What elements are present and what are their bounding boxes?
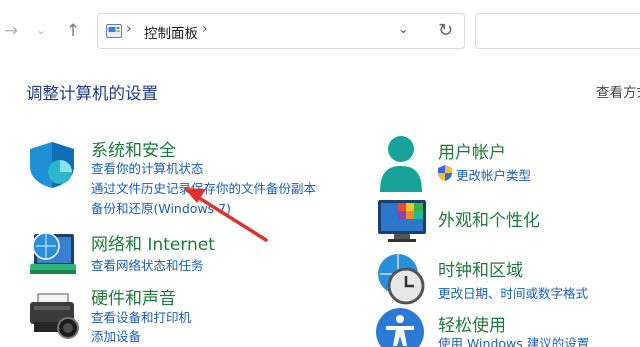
clock-globe-icon[interactable] [374,252,428,306]
accessibility-icon[interactable] [374,308,428,347]
link-devices-printers[interactable]: 查看设备和打印机 [91,307,191,326]
uac-shield-icon [438,165,452,181]
link-view-computer-status[interactable]: 查看你的计算机状态 [91,158,204,177]
address-dropdown-icon[interactable]: ⌄ [398,22,409,37]
globe-network-icon[interactable] [26,226,78,278]
link-backup-restore[interactable]: 备份和还原(Windows 7) [91,198,231,217]
category-hardware-sound[interactable]: 硬件和声音 [91,284,176,309]
chevron-down-icon[interactable]: ⌄ [30,20,52,42]
view-by-label[interactable]: 查看方式 [596,81,640,101]
arrow-up-icon[interactable]: ↑ [62,20,84,42]
toolbar: → ⌄ ↑ › 控制面板 › ⌄ ↻ [0,0,640,62]
user-icon[interactable] [376,134,426,192]
link-change-date-time-format[interactable]: 更改日期、时间或数字格式 [438,283,588,302]
monitor-palette-icon[interactable] [376,198,428,244]
link-file-history-backup[interactable]: 通过文件历史记录保存你的文件备份副本 [91,178,316,197]
link-windows-recommended-settings[interactable]: 使用 Windows 建议的设置 [438,333,589,347]
page-title: 调整计算机的设置 [26,84,158,103]
printer-icon[interactable] [28,292,80,340]
category-network-internet[interactable]: 网络和 Internet [91,230,215,255]
link-add-device[interactable]: 添加设备 [91,326,141,345]
shield-icon[interactable] [26,140,78,190]
category-clock-region[interactable]: 时钟和区域 [438,256,523,281]
breadcrumb-separator[interactable]: › [126,21,132,37]
link-network-status[interactable]: 查看网络状态和任务 [91,255,204,274]
category-appearance-personalization[interactable]: 外观和个性化 [438,206,540,231]
breadcrumb-separator[interactable]: › [202,21,208,37]
refresh-icon[interactable]: ↻ [438,20,453,41]
control-panel-icon [106,24,122,38]
breadcrumb-control-panel[interactable]: 控制面板 [144,22,198,42]
link-change-account-type[interactable]: 更改帐户类型 [456,165,531,184]
arrow-right-icon[interactable]: → [0,20,22,42]
category-user-accounts[interactable]: 用户帐户 [438,138,506,163]
address-bar[interactable]: › 控制面板 › ⌄ ↻ [97,13,465,49]
search-input[interactable] [475,13,640,49]
